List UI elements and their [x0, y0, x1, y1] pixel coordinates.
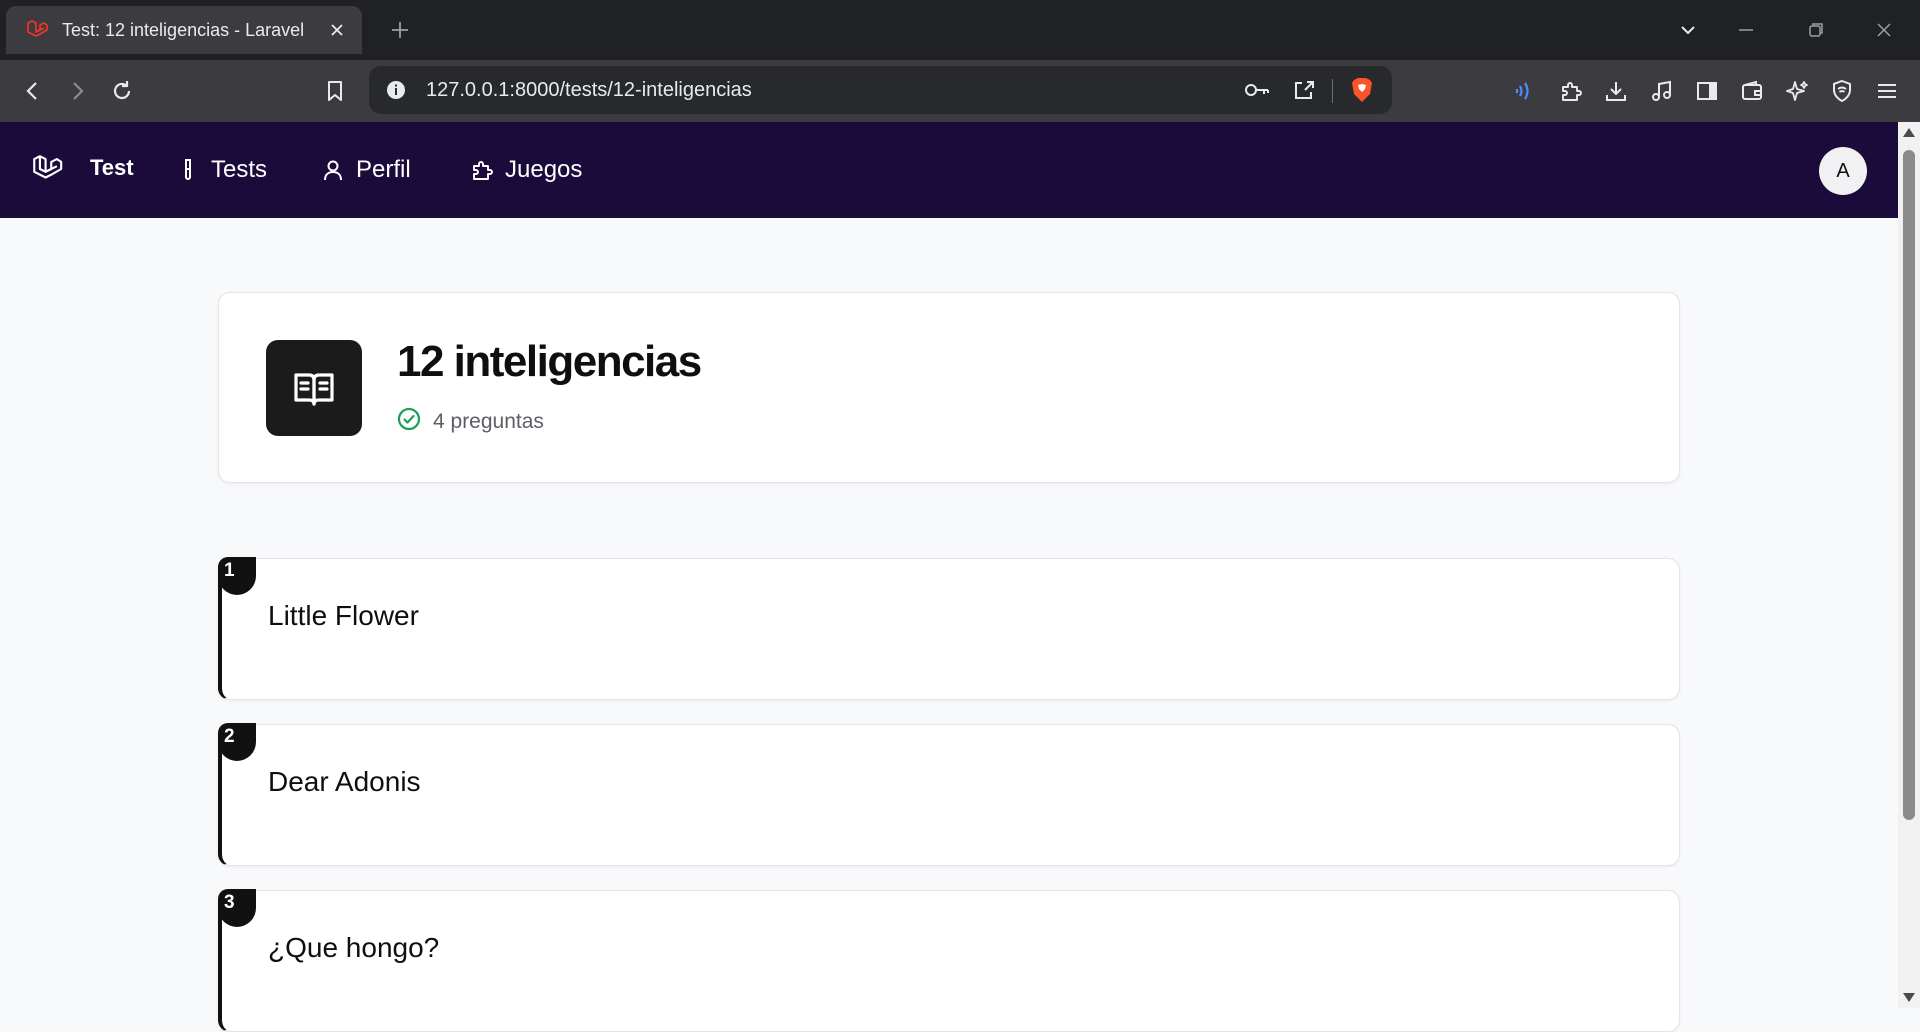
question-card[interactable]: 1 Little Flower — [218, 557, 1680, 700]
close-window-icon[interactable] — [1868, 14, 1900, 46]
reload-icon[interactable] — [105, 74, 139, 108]
site-info-icon[interactable] — [382, 76, 410, 104]
test-tube-icon — [175, 157, 201, 183]
address-bar[interactable]: 127.0.0.1:8000/tests/12-inteligencias — [369, 66, 1392, 114]
nav-item-perfil[interactable]: Perfil — [320, 152, 411, 188]
password-key-icon[interactable] — [1243, 76, 1271, 104]
nav-item-juegos[interactable]: Juegos — [469, 152, 582, 188]
brave-shields-icon[interactable] — [1348, 76, 1376, 104]
app-navbar: Test Tests Perfil Juegos A — [0, 122, 1898, 218]
browser-tab-strip: Test: 12 inteligencias - Laravel — [0, 0, 1920, 60]
forward-icon[interactable] — [60, 74, 94, 108]
main-menu-icon[interactable] — [1870, 74, 1904, 108]
nav-brand[interactable]: Test — [90, 155, 134, 181]
question-text: Little Flower — [268, 600, 419, 631]
share-icon[interactable] — [1290, 76, 1318, 104]
check-circle-icon — [397, 407, 421, 436]
puzzle-icon — [469, 157, 495, 183]
page-scrollbar[interactable] — [1898, 122, 1920, 1008]
question-text: Dear Adonis — [268, 766, 421, 797]
laravel-favicon-icon — [24, 17, 50, 43]
address-bar-divider — [1332, 79, 1333, 103]
nav-item-tests[interactable]: Tests — [175, 152, 267, 188]
new-tab-icon[interactable] — [386, 16, 414, 44]
back-icon[interactable] — [16, 74, 50, 108]
question-count-row: 4 preguntas — [397, 407, 544, 436]
scrollbar-thumb[interactable] — [1903, 150, 1915, 820]
nav-item-label: Juegos — [505, 156, 583, 183]
browser-tab[interactable]: Test: 12 inteligencias - Laravel — [6, 6, 362, 54]
scroll-down-arrow-icon[interactable] — [1903, 993, 1915, 1002]
sidebar-toggle-icon[interactable] — [1690, 74, 1724, 108]
downloads-icon[interactable] — [1599, 74, 1633, 108]
browser-toolbar: 127.0.0.1:8000/tests/12-inteligencias — [0, 60, 1920, 122]
laravel-logo-icon[interactable] — [30, 152, 66, 188]
question-card[interactable]: 2 Dear Adonis — [218, 723, 1680, 866]
wallet-icon[interactable] — [1735, 74, 1769, 108]
question-number-badge: 3 — [218, 889, 256, 927]
close-tab-icon[interactable] — [324, 17, 350, 43]
restore-icon[interactable] — [1800, 14, 1832, 46]
nav-item-label: Tests — [211, 156, 268, 183]
nav-item-label: Perfil — [356, 156, 411, 183]
question-number-badge: 1 — [218, 557, 256, 595]
minimize-icon[interactable] — [1730, 14, 1762, 46]
user-icon — [320, 157, 346, 183]
user-avatar[interactable]: A — [1819, 147, 1867, 195]
page-title: 12 inteligencias — [397, 337, 702, 386]
vpn-shield-icon[interactable] — [1825, 74, 1859, 108]
wallet-wave-icon[interactable] — [1508, 74, 1542, 108]
question-number-badge: 2 — [218, 723, 256, 761]
extensions-puzzle-icon[interactable] — [1554, 74, 1588, 108]
scroll-up-arrow-icon[interactable] — [1903, 128, 1915, 137]
media-music-icon[interactable] — [1645, 74, 1679, 108]
tab-title: Test: 12 inteligencias - Laravel — [62, 19, 305, 40]
test-header-card: 12 inteligencias 4 preguntas — [218, 292, 1680, 483]
question-count: 4 preguntas — [433, 409, 544, 433]
bookmark-icon[interactable] — [318, 74, 352, 108]
url-text[interactable]: 127.0.0.1:8000/tests/12-inteligencias — [426, 79, 752, 102]
question-card[interactable]: 3 ¿Que hongo? — [218, 889, 1680, 1032]
leo-ai-sparkle-icon[interactable] — [1780, 74, 1814, 108]
question-text: ¿Que hongo? — [268, 932, 440, 963]
open-book-icon — [266, 340, 362, 436]
tab-search-chevron-icon[interactable] — [1672, 14, 1704, 46]
